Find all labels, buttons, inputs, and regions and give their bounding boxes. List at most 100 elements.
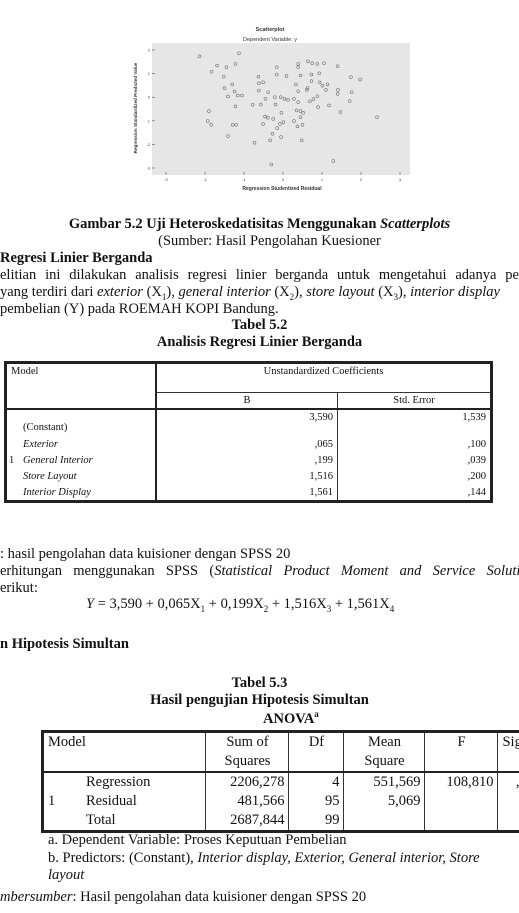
chart-title: Scatterplot: [256, 27, 285, 33]
note-dependent-variable: a. Dependent Variable: Proses Keputuan P…: [48, 832, 347, 848]
text: ANOVA: [263, 710, 315, 727]
header-f: F: [424, 731, 499, 773]
table-5-2-number: Tabel 5.2: [231, 317, 288, 333]
word: ini: [45, 267, 61, 283]
cell-sig: ,00: [497, 772, 519, 792]
word: analisis: [135, 267, 179, 283]
word: untuk: [336, 267, 371, 283]
var-store-layout: store layout: [306, 284, 375, 300]
table-row: Regression2206,2784551,569108,810,00: [42, 772, 519, 792]
row-label: (Constant): [5, 409, 157, 437]
model-number: 1: [42, 792, 82, 811]
text: yang terdiri dari: [0, 284, 98, 300]
word: elitian: [0, 267, 37, 283]
cell-b: 1,516: [155, 469, 338, 485]
note-predictors-cont: layout: [48, 867, 85, 883]
y-tick-label: -1: [146, 118, 150, 123]
table-5-3-source: mbersumber: Hasil pengolahan data kuisio…: [0, 889, 366, 906]
y-tick-label: 2: [148, 48, 151, 53]
cell-ss: 481,566: [205, 792, 290, 811]
row-label: Residual: [82, 792, 207, 811]
row-label: Store Layout: [5, 469, 157, 485]
cell-df: 4: [288, 772, 345, 792]
cell-sig: [497, 811, 519, 832]
text: erhitungan menggunakan SPSS (: [0, 563, 215, 579]
cell-std-error: 1,539: [337, 409, 492, 437]
figure-caption: Gambar 5.2 Uji Heteroskedatisitas Menggu…: [0, 216, 519, 233]
text: ),: [294, 284, 307, 300]
cell-std-error: ,144: [337, 485, 492, 502]
var-exterior: exterior: [97, 284, 143, 300]
cell-sig: [497, 792, 519, 811]
header-std-error: Std. Error: [337, 392, 492, 410]
cell-f: [424, 811, 499, 832]
scatterplot-figure: Scatterplot Dependent Variable: y 2 1 0 -1 -…: [133, 27, 410, 192]
table-anova: Model Sum of Squares Df Mean Square F Si…: [41, 730, 519, 833]
cell-b: ,199: [155, 453, 338, 469]
y-tick-label: 1: [148, 71, 151, 76]
paragraph-line-3: pembelian (Y) pada ROEMAH KOPI Bandung.: [0, 301, 279, 317]
cell-f: 108,810: [424, 772, 499, 792]
table-row: Exterior ,065,100: [5, 437, 492, 453]
table-row: 1 Residual 481,566 95 5,069: [42, 792, 519, 811]
caption-italic: Scatterplots: [380, 216, 451, 232]
table-row: Store Layout 1,516,200: [5, 469, 492, 485]
text: mbersumber: [0, 889, 73, 905]
superscript: a: [314, 709, 319, 719]
y-tick-label: -3: [146, 166, 150, 171]
word: regresi: [187, 267, 228, 283]
table-row: Total 2687,844 99: [42, 811, 519, 832]
regression-equation: Y = 3,590 + 0,065X1 + 0,199X2 + 1,516X3 …: [86, 596, 394, 614]
cell-f: [424, 792, 499, 811]
cell-ss: 2687,844: [205, 811, 290, 832]
spss-expansion: Statistical Product Moment and Service S…: [214, 563, 519, 579]
cell-ss: 2206,278: [205, 772, 290, 792]
word: adanya: [455, 267, 497, 283]
x-axis-label: Regression Studentized Residual: [242, 186, 322, 192]
header-model: Model: [5, 362, 157, 410]
text: b. Predictors: (Constant),: [48, 850, 198, 866]
word: linier: [235, 267, 267, 283]
x-tick-label: 3: [399, 177, 402, 182]
cell-std-error: ,100: [337, 437, 492, 453]
cell-df: 95: [288, 792, 345, 811]
table-5-3-number: Tabel 5.3: [231, 675, 288, 691]
cell-ms: 5,069: [343, 792, 426, 811]
header-df: Df: [288, 731, 345, 773]
row-label: Regression: [82, 772, 207, 792]
note-predictors: b. Predictors: (Constant), Interior disp…: [48, 850, 480, 867]
row-label: Exterior: [5, 437, 157, 453]
text: + 0,199X: [205, 596, 264, 612]
cell-b: 3,590: [155, 409, 338, 437]
paragraph-spss: erhitungan menggunakan SPSS (Statistical…: [0, 563, 519, 580]
table-5-3-title: Hasil pengujian Hipotesis Simultan: [150, 692, 369, 708]
plot-area: [152, 43, 410, 175]
table-row: General Interior ,199,039: [5, 453, 492, 469]
var-general-interior: general interior: [178, 284, 271, 300]
y-axis-label: Regression Standardized Predicted Value: [133, 62, 138, 153]
x-tick-label: -2: [203, 177, 207, 182]
paragraph-line-2: yang terdiri dari exterior (X1), general…: [0, 284, 500, 302]
cell-ms: [343, 811, 426, 832]
word: dilakukan: [69, 267, 127, 283]
x-tick-label: 2: [360, 177, 363, 182]
cell-b: 1,561: [155, 485, 338, 502]
caption-text: Gambar 5.2 Uji Heteroskedatisitas Menggu…: [68, 216, 381, 232]
chart-subtitle: Dependent Variable: y: [243, 37, 297, 43]
header-sig: Sig.: [497, 731, 519, 773]
text: (X: [142, 284, 162, 300]
header-sum-of-squares: Sum of Squares: [205, 731, 290, 773]
eq-y: Y: [86, 596, 95, 612]
cell-std-error: ,039: [337, 453, 492, 469]
text: = 3,590 + 0,065X: [94, 596, 201, 612]
text: ),: [166, 284, 179, 300]
word: mengetahui: [378, 267, 447, 283]
y-tick-label: 0: [148, 95, 151, 100]
table-row: Interior Display 1,561,144: [5, 485, 492, 502]
section-heading-regresi: Regresi Linier Berganda: [0, 250, 153, 266]
word: berganda: [275, 267, 329, 283]
text: : Hasil pengolahan data kuisioner dengan…: [72, 889, 367, 905]
word: pe: [505, 267, 519, 283]
text: + 1,516X: [268, 596, 327, 612]
cell-ms: 551,569: [343, 772, 426, 792]
